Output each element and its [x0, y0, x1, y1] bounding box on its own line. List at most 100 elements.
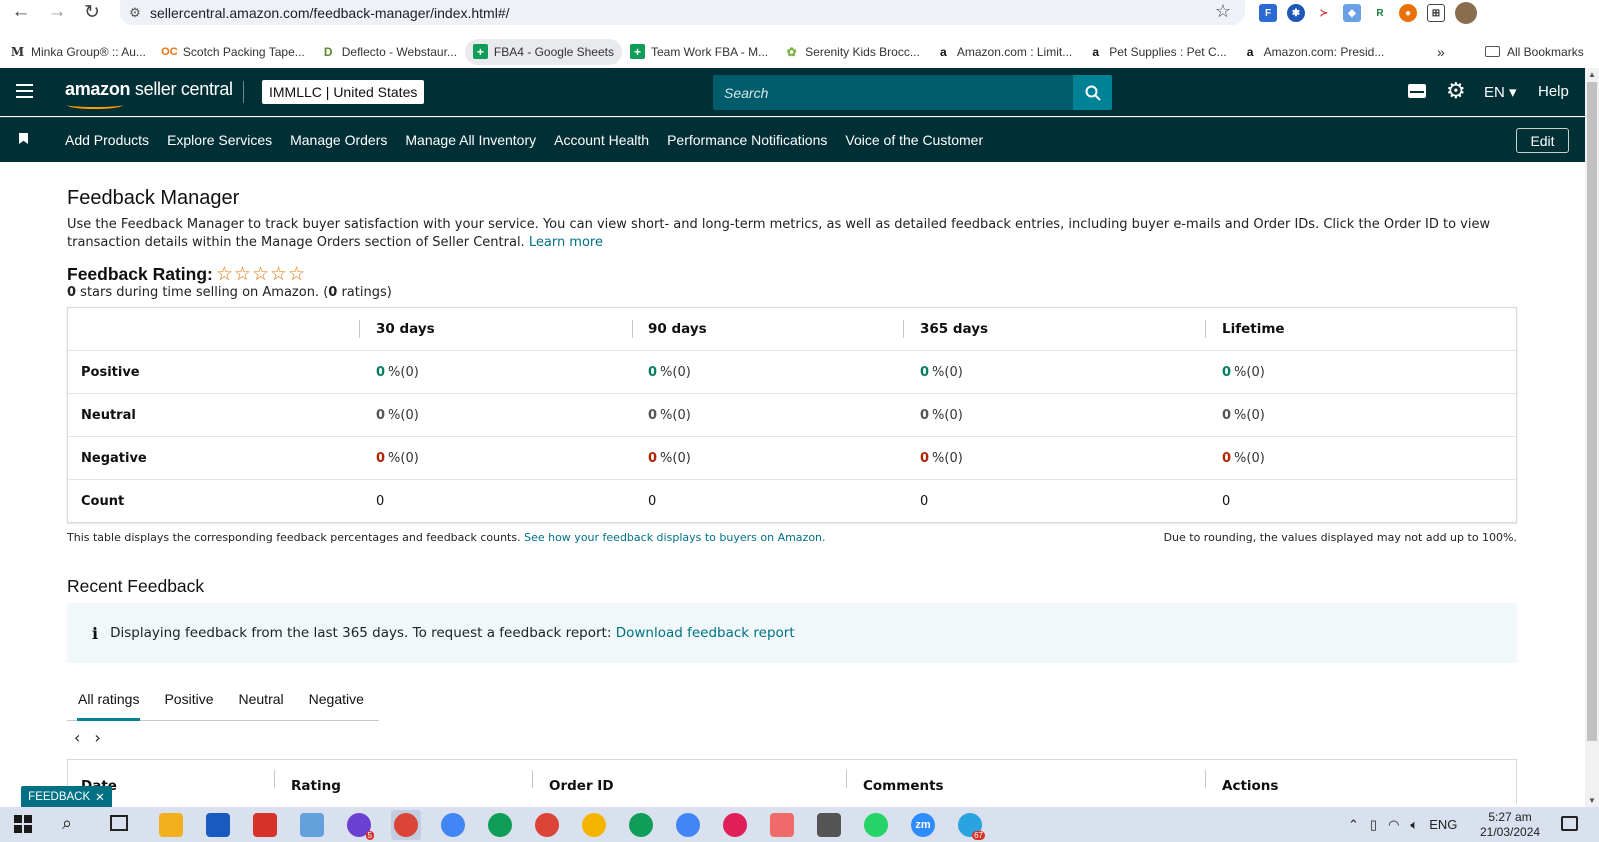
- chrome-taskbar-icon[interactable]: [438, 810, 468, 840]
- chevron-right-icon[interactable]: ›: [94, 728, 100, 747]
- col-rating[interactable]: Rating: [291, 778, 341, 794]
- whatsapp-icon: [864, 813, 888, 837]
- wifi-icon[interactable]: ◠: [1388, 817, 1399, 833]
- tab-all-ratings[interactable]: All ratings: [76, 678, 141, 721]
- feedback-display-link[interactable]: See how your feedback displays to buyers…: [524, 531, 825, 544]
- search-input[interactable]: Search: [713, 75, 1073, 110]
- bookmark-amazon-presid[interactable]: a Amazon.com: Presid...: [1243, 39, 1385, 65]
- extension-map-icon[interactable]: ◆: [1343, 4, 1361, 22]
- nav-account-health[interactable]: Account Health: [554, 132, 649, 148]
- edit-nav-button[interactable]: Edit: [1516, 128, 1569, 153]
- tab-positive[interactable]: Positive: [164, 678, 213, 720]
- scroll-down-icon[interactable]: ▼: [1588, 796, 1596, 805]
- nav-manage-all-inventory[interactable]: Manage All Inventory: [405, 132, 536, 148]
- calculator-taskbar-icon[interactable]: [814, 810, 844, 840]
- mail-icon[interactable]: [1408, 84, 1426, 98]
- nav-manage-orders[interactable]: Manage Orders: [290, 132, 387, 148]
- app-badge-taskbar-icon[interactable]: 5: [344, 810, 374, 840]
- taskbar-clock[interactable]: 5:27 am 21/03/2024: [1480, 810, 1540, 840]
- extension-blue-icon[interactable]: ✱: [1287, 4, 1305, 22]
- bookmark-serenity[interactable]: ✿ Serenity Kids Brocc...: [784, 39, 920, 65]
- bookmark-star-icon[interactable]: ☆: [1215, 1, 1231, 22]
- tab-neutral[interactable]: Neutral: [239, 678, 284, 720]
- site-settings-icon[interactable]: ⚙: [120, 5, 150, 21]
- notepad-taskbar-icon[interactable]: [297, 810, 327, 840]
- nav-explore-services[interactable]: Explore Services: [167, 132, 272, 148]
- forward-arrow-icon[interactable]: →: [40, 0, 74, 24]
- input-language[interactable]: ENG: [1429, 817, 1457, 832]
- extension-fba-icon[interactable]: F: [1259, 4, 1277, 22]
- whatsapp-taskbar-icon[interactable]: [861, 810, 891, 840]
- bookmark-minka[interactable]: M Minka Group® :: Au...: [10, 39, 146, 65]
- col-order-id[interactable]: Order ID: [549, 778, 614, 794]
- column-divider: [274, 770, 275, 788]
- bookmark-fba4[interactable]: + FBA4 - Google Sheets: [464, 38, 622, 65]
- hamburger-menu-icon[interactable]: [16, 84, 33, 102]
- amazon-icon: a: [1092, 44, 1100, 59]
- profile-avatar[interactable]: [1455, 2, 1477, 24]
- telegram-taskbar-icon[interactable]: 67: [955, 810, 985, 840]
- extension-orange-icon[interactable]: ●: [1399, 4, 1417, 22]
- seller-central-logo[interactable]: amazon seller central: [65, 79, 233, 109]
- battery-icon[interactable]: ▯: [1370, 817, 1377, 833]
- page-scrollbar[interactable]: ▲ ▼: [1585, 68, 1599, 807]
- scroll-up-icon[interactable]: ▲: [1588, 70, 1596, 79]
- nav-performance-notifications[interactable]: Performance Notifications: [667, 132, 827, 148]
- chevron-left-icon[interactable]: ‹: [74, 728, 80, 747]
- slack-taskbar-icon[interactable]: [720, 810, 750, 840]
- taskbar-apps: 5 zm 67: [156, 810, 985, 840]
- extensions-puzzle-icon[interactable]: ⊞: [1427, 4, 1445, 22]
- bookmark-amazon-limit[interactable]: a Amazon.com : Limit...: [936, 39, 1072, 65]
- windows-start-icon[interactable]: [14, 815, 32, 833]
- chrome-r4-taskbar-icon[interactable]: [626, 810, 656, 840]
- download-report-link[interactable]: Download feedback report: [616, 625, 795, 641]
- word-taskbar-icon[interactable]: [203, 810, 233, 840]
- bookmarks-overflow-icon[interactable]: »: [1437, 35, 1445, 68]
- reload-icon[interactable]: ↻: [75, 0, 109, 24]
- feedback-button[interactable]: FEEDBACK ✕: [21, 786, 112, 808]
- extension-rs-icon[interactable]: R: [1371, 4, 1389, 22]
- back-arrow-icon[interactable]: ←: [4, 0, 38, 24]
- wps-taskbar-icon[interactable]: [250, 810, 280, 840]
- bookmarks-bar: M Minka Group® :: Au... OC Scotch Packing …: [0, 35, 1599, 68]
- bookmark-teamwork[interactable]: + Team Work FBA - M...: [630, 39, 768, 65]
- notifications-icon[interactable]: [1561, 816, 1578, 831]
- chrome-r-taskbar-icon[interactable]: [485, 810, 515, 840]
- table-row-neutral: Neutral 0 %(0) 0 %(0) 0 %(0) 0 %(0): [68, 394, 1516, 437]
- file-explorer-taskbar-icon[interactable]: [156, 810, 186, 840]
- bookmark-icon[interactable]: [19, 133, 28, 144]
- chrome-r3-taskbar-icon[interactable]: [579, 810, 609, 840]
- chrome-r2-taskbar-icon[interactable]: [532, 810, 562, 840]
- tray-chevron-icon[interactable]: ⌃: [1348, 817, 1359, 833]
- zoom-taskbar-icon[interactable]: zm: [908, 810, 938, 840]
- bookmark-scotch[interactable]: OC Scotch Packing Tape...: [161, 39, 305, 65]
- bookmark-deflecto[interactable]: D Deflecto - Webstaur...: [321, 39, 457, 65]
- address-bar[interactable]: ⚙ sellercentral.amazon.com/feedback-mana…: [120, 0, 1245, 25]
- col-actions[interactable]: Actions: [1222, 778, 1278, 794]
- language-selector[interactable]: EN ▾: [1484, 83, 1517, 101]
- nav-add-products[interactable]: Add Products: [65, 132, 149, 148]
- tab-negative[interactable]: Negative: [309, 678, 364, 720]
- col-comments[interactable]: Comments: [863, 778, 944, 794]
- learn-more-link[interactable]: Learn more: [529, 235, 603, 250]
- account-switcher[interactable]: IMMLLC | United States: [262, 80, 425, 104]
- search-button[interactable]: [1073, 75, 1112, 110]
- asana-taskbar-icon[interactable]: [767, 810, 797, 840]
- rounding-note: Due to rounding, the values displayed ma…: [1163, 531, 1517, 544]
- feedback-button-label: FEEDBACK: [28, 791, 91, 803]
- settings-gear-icon[interactable]: ⚙: [1446, 80, 1466, 102]
- scroll-thumb[interactable]: [1587, 82, 1597, 741]
- taskbar-search-icon[interactable]: ⌕: [62, 813, 72, 834]
- all-bookmarks[interactable]: All Bookmarks: [1485, 35, 1584, 68]
- bookmark-pet-supplies[interactable]: a Pet Supplies : Pet C...: [1088, 39, 1226, 65]
- chrome-r5-taskbar-icon[interactable]: [673, 810, 703, 840]
- extension-red-icon[interactable]: ≻: [1315, 4, 1333, 22]
- nav-voice-of-customer[interactable]: Voice of the Customer: [845, 132, 983, 148]
- task-view-icon[interactable]: [110, 815, 128, 831]
- system-tray: ⌃ ▯ ◠ 🔈︎ ENG: [1348, 807, 1457, 842]
- chrome-active-taskbar-icon[interactable]: [391, 810, 421, 840]
- close-icon[interactable]: ✕: [95, 790, 105, 804]
- url-text: sellercentral.amazon.com/feedback-manage…: [150, 4, 510, 21]
- volume-icon[interactable]: 🔈︎: [1410, 817, 1418, 833]
- help-link[interactable]: Help: [1538, 83, 1569, 100]
